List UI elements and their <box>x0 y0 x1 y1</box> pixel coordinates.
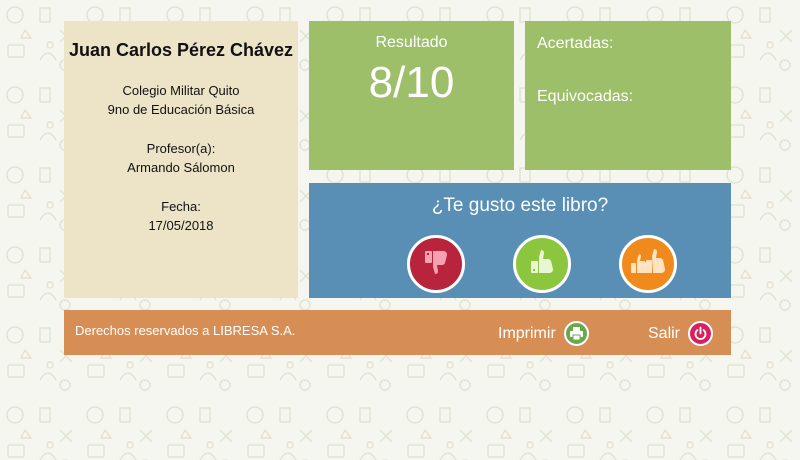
answers-stats-card: Acertadas: Equivocadas: <box>525 21 731 170</box>
result-card: Resultado 8/10 <box>309 21 514 170</box>
copyright-text: Derechos reservados a LIBRESA S.A. <box>75 323 296 338</box>
exit-label: Salir <box>648 324 681 342</box>
printer-icon <box>563 321 589 346</box>
thumbs-down-icon <box>421 247 451 282</box>
thumbs-down-button[interactable] <box>407 235 465 293</box>
print-button[interactable]: Imprimir <box>498 321 589 346</box>
wrong-answers-label: Equivocadas: <box>537 88 634 105</box>
student-info-card: Juan Carlos Pérez Chávez Colegio Militar… <box>64 21 298 298</box>
teacher-name: Armando Sálomon <box>127 160 235 175</box>
correct-answers-label: Acertadas: <box>537 35 614 52</box>
result-score: 8/10 <box>368 58 455 107</box>
date-label: Fecha: <box>161 199 201 214</box>
rating-question: ¿Te gusto este libro? <box>431 195 609 216</box>
double-thumbs-up-button[interactable] <box>619 235 677 293</box>
grade-level: 9no de Educación Básica <box>107 102 255 117</box>
school-name: Colegio Militar Quito <box>122 83 240 98</box>
thumbs-up-icon <box>527 247 557 282</box>
footer-bar: Derechos reservados a LIBRESA S.A. Impri… <box>64 310 731 355</box>
date-value: 17/05/2018 <box>148 218 214 233</box>
print-label: Imprimir <box>498 324 556 342</box>
exit-button[interactable]: Salir <box>648 321 714 346</box>
thumbs-up-button[interactable] <box>513 235 571 293</box>
double-thumbs-up-icon <box>630 247 666 282</box>
result-label: Resultado <box>375 34 448 51</box>
power-icon <box>688 321 714 346</box>
teacher-label: Profesor(a): <box>146 141 216 156</box>
book-rating-card: ¿Te gusto este libro? <box>309 183 731 298</box>
student-name: Juan Carlos Pérez Chávez <box>68 40 294 60</box>
